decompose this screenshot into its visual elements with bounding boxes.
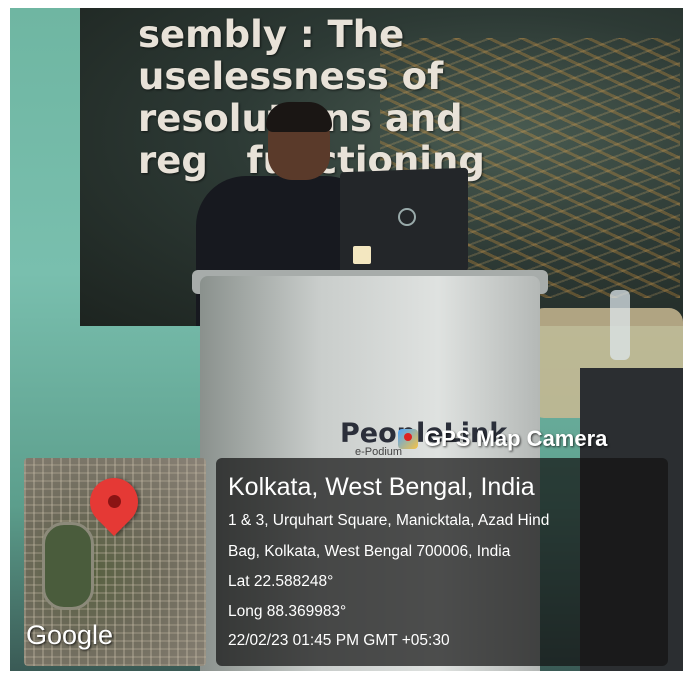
google-logo: Google (26, 620, 114, 650)
address-line-2: Bag, Kolkata, West Bengal 700006, India (228, 543, 511, 560)
address-line-1: 1 & 3, Urquhart Square, Manicktala, Azad… (228, 512, 550, 529)
location-pin-dot (108, 495, 121, 508)
speaker-hair (266, 102, 332, 132)
water-bottle (610, 290, 630, 360)
longitude-label: Long 88.369983° (228, 603, 347, 620)
gps-map-camera-app-icon (398, 429, 418, 449)
laptop-sticker (353, 246, 371, 264)
gps-header: GPS Map Camera (398, 424, 607, 454)
laptop-logo (398, 208, 416, 226)
timestamp-label: 22/02/23 01:45 PM GMT +05:30 (228, 632, 450, 649)
latitude-label: Lat 22.588248° (228, 573, 334, 590)
app-name: GPS Map Camera (424, 426, 608, 451)
podium-sub-text: e-Podium (355, 446, 403, 458)
city-label: Kolkata, West Bengal, India (228, 473, 535, 501)
map-park-area (42, 522, 94, 610)
